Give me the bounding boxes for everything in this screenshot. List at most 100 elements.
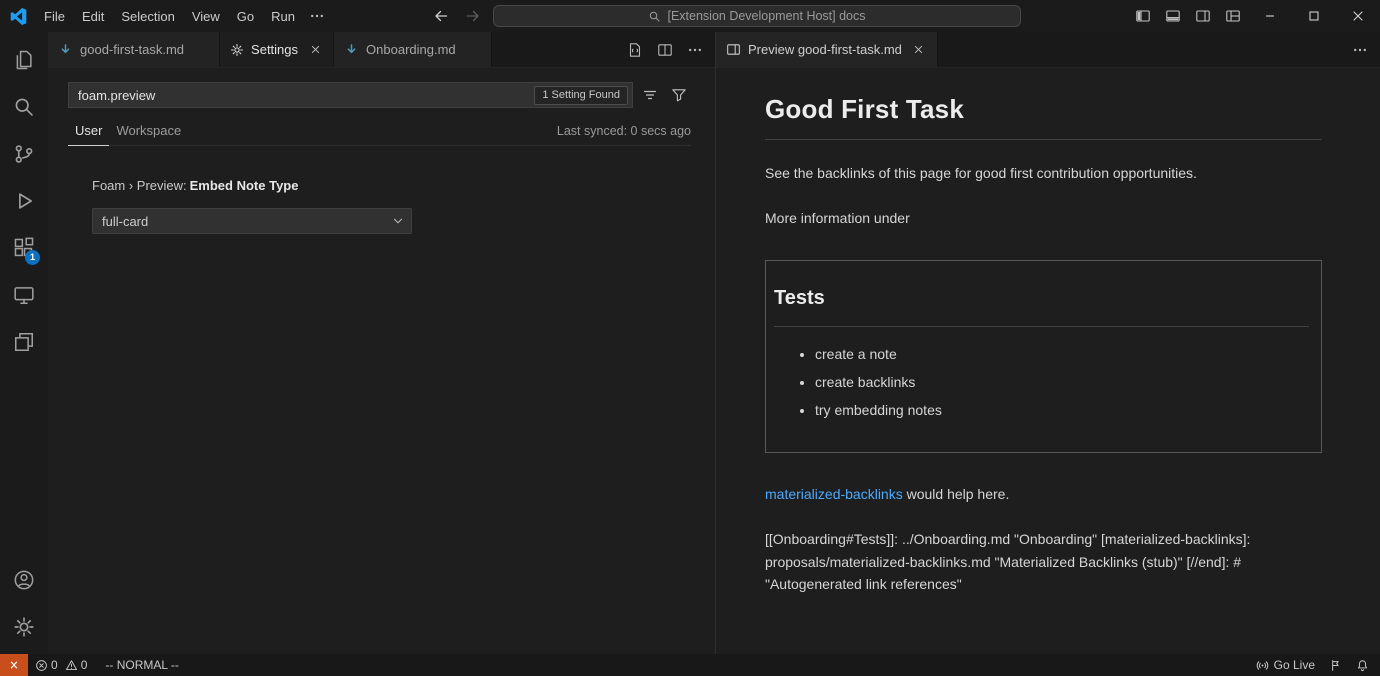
minimize-icon[interactable] <box>1248 0 1292 32</box>
tab-onboarding[interactable]: Onboarding.md <box>334 32 492 67</box>
flag-status-icon[interactable] <box>1322 654 1349 676</box>
remote-explorer-icon[interactable] <box>0 271 48 318</box>
broadcast-icon <box>1256 659 1269 672</box>
titlebar: File Edit Selection View Go Run [Extensi… <box>0 0 1380 32</box>
menu-file[interactable]: File <box>36 6 73 27</box>
tab-settings[interactable]: Settings <box>220 32 334 67</box>
status-bar: 0 0 -- NORMAL -- Go Live <box>0 654 1380 676</box>
settings-search-box: 1 Setting Found <box>68 82 633 108</box>
list-item: try embedding notes <box>815 400 1309 421</box>
menu-go[interactable]: Go <box>229 6 262 27</box>
close-icon[interactable] <box>909 40 929 60</box>
remote-indicator[interactable] <box>0 654 28 676</box>
toggle-panel-icon[interactable] <box>1158 0 1188 32</box>
vscode-logo-icon <box>10 8 27 25</box>
list-item: create backlinks <box>815 372 1309 393</box>
problems-status[interactable]: 0 0 <box>28 654 98 676</box>
markdown-preview: Good First Task See the backlinks of thi… <box>716 68 1380 654</box>
list-item: create a note <box>815 344 1309 365</box>
left-tab-bar: good-first-task.md Settings <box>48 32 715 68</box>
tab-label: Onboarding.md <box>366 42 456 57</box>
link-paragraph: materialized-backlinks would help here. <box>765 484 1322 505</box>
menu-edit[interactable]: Edit <box>74 6 112 27</box>
more-actions-icon[interactable] <box>1346 37 1374 63</box>
editor-group-left: good-first-task.md Settings <box>48 32 716 654</box>
extensions-icon[interactable]: 1 <box>0 224 48 271</box>
preview-paragraph: More information under <box>765 208 1322 229</box>
setting-label: Foam › Preview:Embed Note Type <box>92 178 691 193</box>
close-icon[interactable] <box>305 40 325 60</box>
vscode-window: File Edit Selection View Go Run [Extensi… <box>0 0 1380 676</box>
titlebar-center: [Extension Development Host] docs <box>330 4 1120 28</box>
toggle-sidebar-icon[interactable] <box>1128 0 1158 32</box>
link-references: [[Onboarding#Tests]]: ../Onboarding.md "… <box>765 528 1322 596</box>
split-editor-icon[interactable] <box>651 37 679 63</box>
embed-heading: Tests <box>774 283 1309 327</box>
command-center-label: [Extension Development Host] docs <box>667 9 865 23</box>
go-live-label: Go Live <box>1274 658 1315 672</box>
close-window-icon[interactable] <box>1336 0 1380 32</box>
search-view-icon[interactable] <box>0 83 48 130</box>
run-debug-icon[interactable] <box>0 177 48 224</box>
tab-preview-good-first-task[interactable]: Preview good-first-task.md <box>716 32 938 67</box>
status-bar-right: Go Live <box>1249 654 1380 676</box>
settings-results-badge: 1 Setting Found <box>534 86 628 105</box>
forward-arrow-icon[interactable] <box>461 4 485 28</box>
vim-mode-status[interactable]: -- NORMAL -- <box>98 654 186 676</box>
editor-group-right: Preview good-first-task.md Good First Ta… <box>716 32 1380 654</box>
tab-good-first-task[interactable]: good-first-task.md <box>48 32 220 67</box>
link-suffix: would help here. <box>903 486 1010 502</box>
scope-user-tab[interactable]: User <box>68 118 109 146</box>
filter-funnel-icon[interactable] <box>666 83 691 108</box>
settings-search-row: 1 Setting Found <box>68 82 691 108</box>
vim-mode-label: -- NORMAL -- <box>105 658 179 672</box>
chevron-down-icon <box>391 214 405 228</box>
select-value: full-card <box>102 214 148 229</box>
command-center-search[interactable]: [Extension Development Host] docs <box>493 5 1021 27</box>
titlebar-menu: File Edit Selection View Go Run <box>0 5 330 27</box>
embed-list: create a note create backlinks try embed… <box>774 344 1309 421</box>
menu-run[interactable]: Run <box>263 6 303 27</box>
menu-view[interactable]: View <box>184 6 228 27</box>
settings-tab-icon <box>230 43 244 57</box>
search-icon <box>648 10 661 23</box>
last-synced-label: Last synced: 0 secs ago <box>557 124 691 145</box>
back-arrow-icon[interactable] <box>429 4 453 28</box>
customize-layout-icon[interactable] <box>1218 0 1248 32</box>
editor-actions <box>1346 32 1380 67</box>
filter-list-icon[interactable] <box>637 83 662 108</box>
scope-workspace-tab[interactable]: Workspace <box>109 118 188 145</box>
embedded-note-card: Tests create a note create backlinks try… <box>765 260 1322 453</box>
setting-item-embed-note-type: Foam › Preview:Embed Note Type full-card <box>92 178 691 234</box>
setting-name: Embed Note Type <box>190 178 299 193</box>
settings-editor: 1 Setting Found User Workspace Last sync… <box>48 68 715 654</box>
tab-label: Settings <box>251 42 298 57</box>
right-tab-bar: Preview good-first-task.md <box>716 32 1380 68</box>
windows-view-icon[interactable] <box>0 318 48 365</box>
materialized-backlinks-link[interactable]: materialized-backlinks <box>765 486 903 502</box>
menu-more-icon[interactable] <box>304 5 330 27</box>
menu-selection[interactable]: Selection <box>113 6 182 27</box>
extensions-badge: 1 <box>25 250 40 265</box>
source-control-icon[interactable] <box>0 130 48 177</box>
warning-icon <box>65 659 78 672</box>
maximize-icon[interactable] <box>1292 0 1336 32</box>
main-area: 1 good-first-task.md <box>0 32 1380 654</box>
settings-gear-icon[interactable] <box>0 603 48 650</box>
notifications-bell-icon[interactable] <box>1349 654 1376 676</box>
more-actions-icon[interactable] <box>681 37 709 63</box>
open-settings-json-icon[interactable] <box>621 37 649 63</box>
accounts-icon[interactable] <box>0 556 48 603</box>
titlebar-controls <box>1128 0 1380 32</box>
open-preview-icon <box>726 42 741 57</box>
embed-note-type-select[interactable]: full-card <box>92 208 412 234</box>
setting-category: Foam › Preview: <box>92 178 187 193</box>
tab-label: Preview good-first-task.md <box>748 42 902 57</box>
toggle-secondary-sidebar-icon[interactable] <box>1188 0 1218 32</box>
editor-actions <box>621 32 715 67</box>
explorer-icon[interactable] <box>0 36 48 83</box>
settings-search-input[interactable] <box>78 88 528 103</box>
go-live-button[interactable]: Go Live <box>1249 654 1322 676</box>
settings-scope-tabs: User Workspace Last synced: 0 secs ago <box>68 118 691 146</box>
markdown-file-icon <box>58 42 73 57</box>
